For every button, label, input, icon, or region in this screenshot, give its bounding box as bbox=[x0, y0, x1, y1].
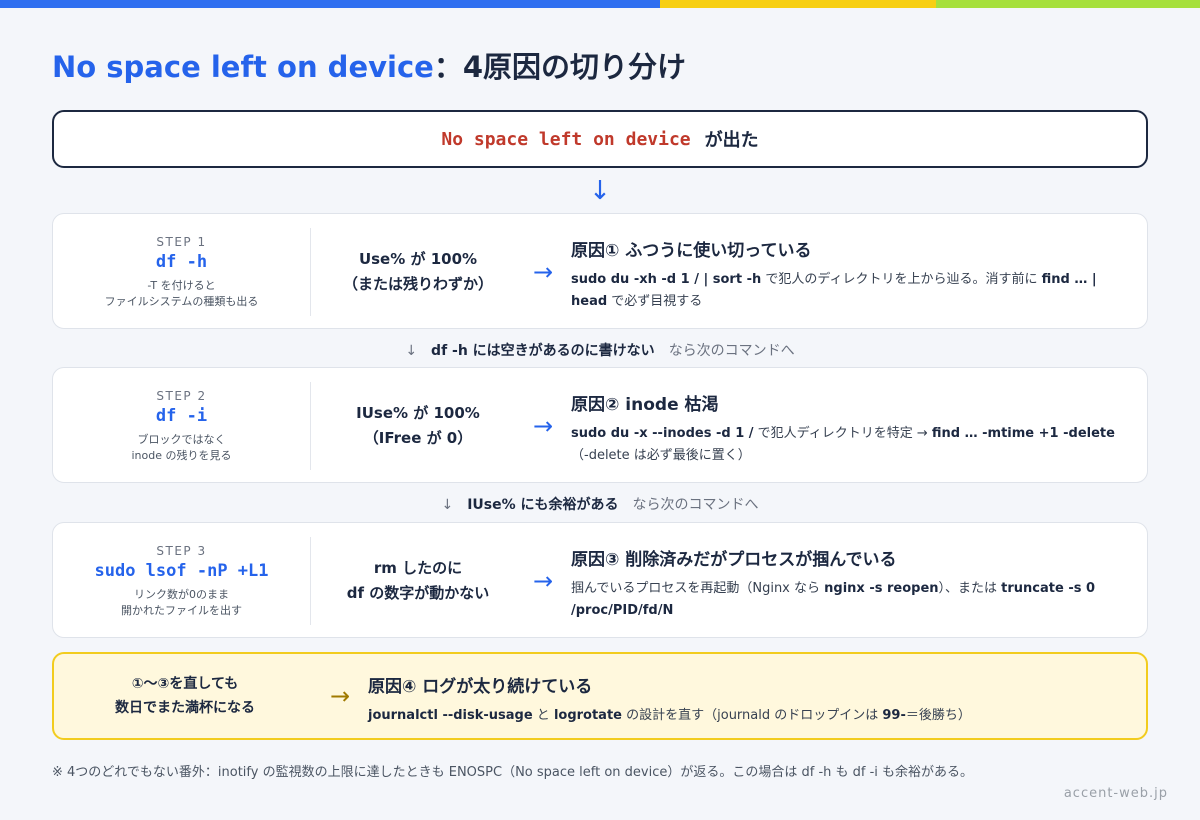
between-step-2-3: ↓ IUse% にも余裕がある なら次のコマンドへ bbox=[0, 494, 1200, 514]
top-bar-blue bbox=[0, 0, 660, 8]
trigger-error-code: No space left on device bbox=[441, 128, 691, 150]
flow-down-arrow-icon: ↓ bbox=[589, 176, 611, 206]
page-title: No space left on device：4原因の切り分け bbox=[52, 44, 686, 86]
fix-command-2: find … bbox=[1041, 272, 1088, 287]
step-3-note-line-2: 開かれたファイルを出す bbox=[121, 603, 242, 617]
between-2-condition: IUse% にも余裕がある bbox=[467, 497, 619, 513]
step-1-note-line-2: ファイルシステムの種類も出る bbox=[104, 294, 259, 308]
step-3-condition-line-1: rm したのに bbox=[373, 559, 463, 577]
between-2-next: なら次のコマンドへ bbox=[632, 497, 759, 513]
site-watermark: accent-web.jp bbox=[1063, 786, 1168, 801]
fix-text-1: で犯人のディレクトリを上から辿る。消す前に bbox=[761, 272, 1042, 287]
fix-command-2: logrotate bbox=[553, 708, 622, 723]
step-1-card: STEP 1 df -h -T を付けると ファイルシステムの種類も出る Use… bbox=[52, 213, 1148, 329]
cause-4-condition-line-1: ①〜③を直しても bbox=[131, 676, 239, 692]
step-3-result: 原因③ 削除済みだがプロセスが掴んでいる 掴んでいるプロセスを再起動（Nginx… bbox=[571, 545, 1131, 622]
step-1-condition-line-1: Use% が 100% bbox=[358, 250, 478, 268]
step-2-command: df -i bbox=[155, 405, 208, 426]
step-3-note-line-1: リンク数が0のまま bbox=[134, 587, 229, 601]
step-3-label: STEP 3 bbox=[156, 543, 207, 558]
step-1-condition: Use% が 100% （または残りわずか） bbox=[313, 228, 523, 316]
step-2-condition-line-2: （IFree が 0） bbox=[363, 429, 473, 447]
step-2-note-line-1: ブロックではなく bbox=[137, 432, 226, 446]
fix-text-3: の設計を直す（journald のドロップインは bbox=[622, 708, 883, 723]
step-1-cause: 原因① ふつうに使い切っている bbox=[571, 241, 812, 261]
step-1-condition-line-2: （または残りわずか） bbox=[342, 275, 493, 293]
footnote: ※ 4つのどれでもない番外：inotify の監視数の上限に達したときも ENO… bbox=[52, 765, 974, 780]
step-1-command: df -h bbox=[155, 251, 208, 272]
step-2-condition: IUse% が 100% （IFree が 0） bbox=[313, 382, 523, 470]
step-2-result: 原因② inode 枯渇 sudo du -x --inodes -d 1 / … bbox=[571, 390, 1131, 467]
between-2-down-arrow-icon: ↓ bbox=[441, 497, 454, 513]
fix-text-4: で必ず目視する bbox=[607, 294, 703, 309]
top-bar-yellow bbox=[660, 0, 936, 8]
step-3-command: sudo lsof -nP +L1 bbox=[94, 560, 269, 581]
fix-text-5: ＝後勝ち） bbox=[905, 708, 971, 723]
step-2-command-column: STEP 2 df -i ブロックではなく inode の残りを見る bbox=[53, 382, 311, 470]
step-1-note-line-1: -T を付けると bbox=[147, 278, 216, 292]
fix-command-0: journalctl --disk-usage bbox=[368, 708, 533, 723]
step-1-label: STEP 1 bbox=[156, 234, 207, 249]
step-3-command-column: STEP 3 sudo lsof -nP +L1 リンク数が0のまま 開かれたフ… bbox=[53, 537, 311, 625]
between-step-1-2: ↓ df -h には空きがあるのに書けない なら次のコマンドへ bbox=[0, 340, 1200, 360]
between-1-down-arrow-icon: ↓ bbox=[405, 343, 418, 359]
fix-text-1: で犯人ディレクトリを特定 → bbox=[753, 426, 932, 441]
cause-4-result: 原因④ ログが太り続けている journalctl --disk-usage と… bbox=[368, 672, 1138, 727]
step-1-arrow-right-icon: → bbox=[532, 258, 554, 286]
step-3-condition-line-2: df の数字が動かない bbox=[346, 584, 490, 602]
fix-text-2: ）、または bbox=[938, 581, 1002, 596]
step-3-condition: rm したのに df の数字が動かない bbox=[313, 537, 523, 625]
fix-command-4: 99- bbox=[882, 708, 906, 723]
fix-command-2: find … -mtime +1 -delete bbox=[931, 426, 1115, 441]
step-3-cause: 原因③ 削除済みだがプロセスが掴んでいる bbox=[571, 550, 897, 570]
top-color-bar bbox=[0, 0, 1200, 8]
cause-4-fix: journalctl --disk-usage と logrotate の設計を… bbox=[368, 705, 1138, 727]
step-1-result: 原因① ふつうに使い切っている sudo du -xh -d 1 / | sor… bbox=[571, 236, 1131, 313]
step-3-arrow-right-icon: → bbox=[532, 567, 554, 595]
step-1-command-column: STEP 1 df -h -T を付けると ファイルシステムの種類も出る bbox=[53, 228, 311, 316]
between-1-condition: df -h には空きがあるのに書けない bbox=[431, 343, 655, 359]
cause-4-arrow-right-icon: → bbox=[329, 682, 351, 710]
step-2-arrow-right-icon: → bbox=[532, 412, 554, 440]
step-2-card: STEP 2 df -i ブロックではなく inode の残りを見る IUse%… bbox=[52, 367, 1148, 483]
fix-text-1: と bbox=[532, 708, 554, 723]
page-title-sub: ：4原因の切り分け bbox=[433, 50, 687, 84]
step-3-card: STEP 3 sudo lsof -nP +L1 リンク数が0のまま 開かれたフ… bbox=[52, 522, 1148, 638]
step-3-fix: 掴んでいるプロセスを再起動（Nginx なら nginx -s reopen）、… bbox=[571, 578, 1131, 622]
fix-text-0: 掴んでいるプロセスを再起動（Nginx なら bbox=[571, 581, 825, 596]
fix-command-1: nginx -s reopen bbox=[824, 581, 939, 596]
cause-4-condition: ①〜③を直しても 数日でまた満杯になる bbox=[54, 654, 316, 738]
page-title-main: No space left on device bbox=[52, 50, 434, 84]
trigger-text: が出た bbox=[704, 130, 759, 151]
trigger-box: No space left on device が出た bbox=[52, 110, 1148, 168]
cause-4-condition-line-2: 数日でまた満杯になる bbox=[115, 700, 255, 716]
step-2-fix: sudo du -x --inodes -d 1 / で犯人ディレクトリを特定 … bbox=[571, 423, 1131, 467]
step-2-cause: 原因② inode 枯渇 bbox=[571, 395, 719, 415]
between-1-next: なら次のコマンドへ bbox=[668, 343, 795, 359]
cause-4-card: ①〜③を直しても 数日でまた満杯になる → 原因④ ログが太り続けている jou… bbox=[52, 652, 1148, 740]
step-1-fix: sudo du -xh -d 1 / | sort -h で犯人のディレクトリを… bbox=[571, 269, 1131, 313]
step-2-note-line-2: inode の残りを見る bbox=[131, 448, 232, 462]
step-2-condition-line-1: IUse% が 100% bbox=[356, 404, 480, 422]
fix-command-0: sudo du -x --inodes -d 1 / bbox=[571, 426, 754, 441]
fix-text-3: （-delete は必ず最後に置く） bbox=[571, 448, 751, 463]
fix-command-0: sudo du -xh -d 1 / | sort -h bbox=[571, 272, 762, 287]
cause-4-cause: 原因④ ログが太り続けている bbox=[368, 677, 593, 697]
step-2-label: STEP 2 bbox=[156, 388, 207, 403]
top-bar-green bbox=[936, 0, 1200, 8]
